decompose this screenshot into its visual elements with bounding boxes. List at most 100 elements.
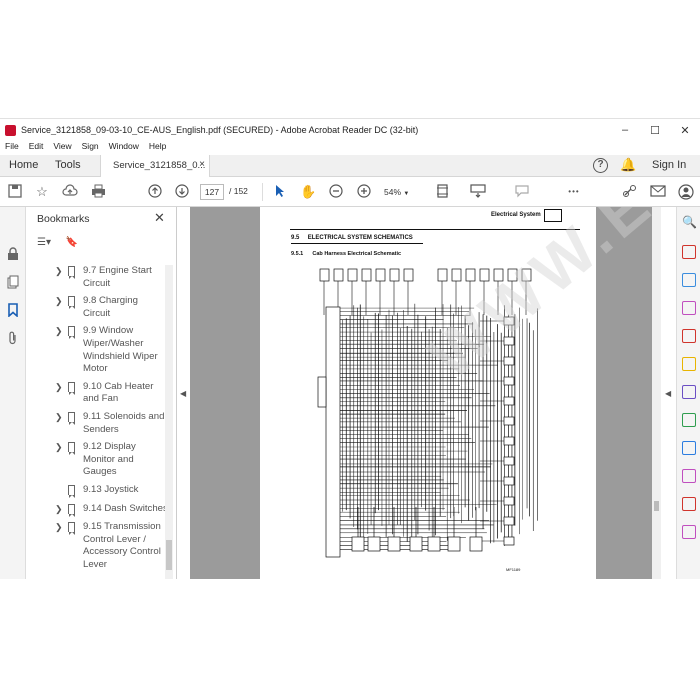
- chevron-right-icon[interactable]: ❯: [55, 381, 63, 394]
- next-page-icon[interactable]: [174, 184, 190, 200]
- protect-icon[interactable]: [682, 497, 696, 511]
- tab-home[interactable]: Home: [9, 159, 38, 171]
- organize-pages-icon[interactable]: [682, 385, 696, 399]
- fill-sign-icon[interactable]: [682, 469, 696, 483]
- menu-sign[interactable]: Sign: [77, 141, 104, 155]
- bookmark-label: 9.7 Engine Start Circuit: [83, 265, 152, 289]
- save-icon[interactable]: [7, 184, 23, 200]
- connector-block: [427, 536, 441, 552]
- chevron-right-icon[interactable]: ❯: [55, 503, 63, 516]
- sign-in-link[interactable]: Sign In: [652, 159, 686, 171]
- bookmark-item[interactable]: ❯ 9.7 Engine Start Circuit: [27, 265, 170, 290]
- attachments-icon[interactable]: [5, 331, 21, 347]
- connector-block: [503, 356, 515, 366]
- bookmarks-scrollbar[interactable]: [165, 265, 173, 579]
- more-tools-icon[interactable]: [682, 525, 696, 539]
- previous-page-icon[interactable]: [147, 184, 163, 200]
- bookmark-options-menu-icon[interactable]: ☰▾: [37, 237, 51, 248]
- more-tools-icon[interactable]: •••: [566, 184, 582, 200]
- search-icon[interactable]: 🔍: [682, 215, 697, 229]
- chevron-right-icon[interactable]: ❯: [55, 521, 63, 534]
- menu-help[interactable]: Help: [144, 141, 171, 155]
- print-icon[interactable]: [90, 184, 106, 200]
- add-bookmark-icon[interactable]: 🔖: [66, 237, 78, 248]
- connector-block: [503, 476, 515, 486]
- page-thumbnails-icon[interactable]: [5, 275, 21, 291]
- tab-document[interactable]: Service_3121858_0... ×: [100, 155, 210, 177]
- close-bookmarks-icon[interactable]: ✕: [154, 210, 165, 226]
- zoom-out-icon[interactable]: [328, 184, 344, 200]
- email-icon[interactable]: [650, 184, 666, 200]
- bookmark-icon: [68, 442, 75, 456]
- notification-bell-icon[interactable]: 🔔: [620, 157, 636, 173]
- menu-edit[interactable]: Edit: [24, 141, 49, 155]
- connector-block: [503, 316, 515, 326]
- menu-file[interactable]: File: [0, 141, 24, 155]
- chevron-right-icon[interactable]: ❯: [55, 411, 63, 424]
- bookmark-label: 9.10 Cab Heater and Fan: [83, 380, 154, 405]
- maximize-button[interactable]: ☐: [640, 124, 670, 137]
- bookmark-item[interactable]: ❯ 9.12 Display Monitor and Gauges: [27, 441, 170, 479]
- bookmark-item[interactable]: ❯ 9.11 Solenoids and Senders: [27, 411, 170, 436]
- document-scrollbar[interactable]: [652, 207, 661, 579]
- connector-block: [361, 268, 372, 282]
- create-pdf-icon[interactable]: [682, 273, 696, 287]
- edit-pdf-icon[interactable]: [682, 301, 696, 315]
- bookmark-item[interactable]: ❯ 9.10 Cab Heater and Fan: [27, 381, 170, 406]
- bookmarks-scrollbar-thumb[interactable]: [166, 540, 172, 570]
- bookmark-label: 9.14 Dash Switches: [83, 502, 168, 514]
- chevron-right-icon[interactable]: ❯: [55, 295, 63, 308]
- right-tools-rail: 🔍: [676, 207, 700, 579]
- compress-pdf-icon[interactable]: [682, 413, 696, 427]
- help-icon[interactable]: ?: [593, 158, 608, 173]
- bookmark-item[interactable]: ❯ 9.9 Window Wiper/Washer Windshield Wip…: [27, 325, 170, 375]
- bookmark-star-icon[interactable]: ☆: [34, 184, 50, 200]
- minimize-button[interactable]: –: [610, 124, 640, 136]
- document-viewport[interactable]: Electrical System 9.5 ELECTRICAL SYSTEM …: [190, 207, 652, 579]
- comment-tool-icon[interactable]: [682, 357, 696, 371]
- export-pdf-icon[interactable]: [682, 245, 696, 259]
- hand-tool-icon[interactable]: ✋: [300, 184, 316, 200]
- menu-window[interactable]: Window: [104, 141, 144, 155]
- bookmark-item[interactable]: 9.13 Joystick: [27, 484, 170, 498]
- redact-icon[interactable]: [682, 441, 696, 455]
- connector-block: [503, 396, 515, 406]
- chevron-right-icon[interactable]: ❯: [55, 325, 63, 338]
- window-title: Service_3121858_09-03-10_CE-AUS_English.…: [21, 125, 419, 135]
- select-cursor-icon[interactable]: [272, 184, 288, 200]
- bookmark-item[interactable]: ❯ 9.8 Charging Circuit: [27, 295, 170, 320]
- share-link-icon[interactable]: [622, 184, 638, 200]
- connector-block: [503, 516, 515, 526]
- bookmarks-panel-icon[interactable]: [5, 303, 21, 319]
- connector-block: [389, 268, 400, 282]
- zoom-level-select[interactable]: 54% ▼: [384, 184, 418, 200]
- connector-block: [319, 268, 330, 282]
- connector-block: [317, 376, 327, 408]
- collapse-right-panel-icon[interactable]: ◀: [665, 389, 671, 398]
- page-layout-icon[interactable]: [436, 184, 452, 200]
- bookmark-icon: [68, 266, 75, 279]
- read-mode-icon[interactable]: [470, 184, 486, 200]
- close-window-button[interactable]: ✕: [670, 124, 700, 137]
- bookmark-icon: [68, 484, 75, 498]
- lock-icon[interactable]: [5, 247, 21, 263]
- tab-tools[interactable]: Tools: [55, 159, 81, 171]
- close-tab-icon[interactable]: ×: [199, 159, 205, 170]
- zoom-in-icon[interactable]: [356, 184, 372, 200]
- bookmark-label: 9.8 Charging Circuit: [83, 295, 138, 319]
- chevron-right-icon[interactable]: ❯: [55, 441, 63, 454]
- account-avatar-icon[interactable]: [678, 184, 694, 200]
- upload-cloud-icon[interactable]: [62, 184, 78, 200]
- document-scrollbar-thumb[interactable]: [654, 501, 659, 511]
- bookmark-item[interactable]: ❯ 9.15 Transmission Control Lever / Acce…: [27, 521, 170, 571]
- acrobat-window: Service_3121858_09-03-10_CE-AUS_English.…: [0, 118, 700, 579]
- comment-icon[interactable]: [514, 184, 530, 200]
- chevron-right-icon[interactable]: ❯: [55, 265, 63, 278]
- combine-files-icon[interactable]: [682, 329, 696, 343]
- collapse-left-panel-icon[interactable]: ◀: [180, 389, 186, 398]
- menu-view[interactable]: View: [48, 141, 76, 155]
- connector-block: [479, 268, 490, 282]
- bookmark-item[interactable]: ❯ 9.14 Dash Switches: [27, 502, 170, 517]
- page-number-input[interactable]: 127: [200, 184, 224, 200]
- bookmark-label: 9.9 Window Wiper/Washer Windshield Wiper…: [83, 325, 158, 375]
